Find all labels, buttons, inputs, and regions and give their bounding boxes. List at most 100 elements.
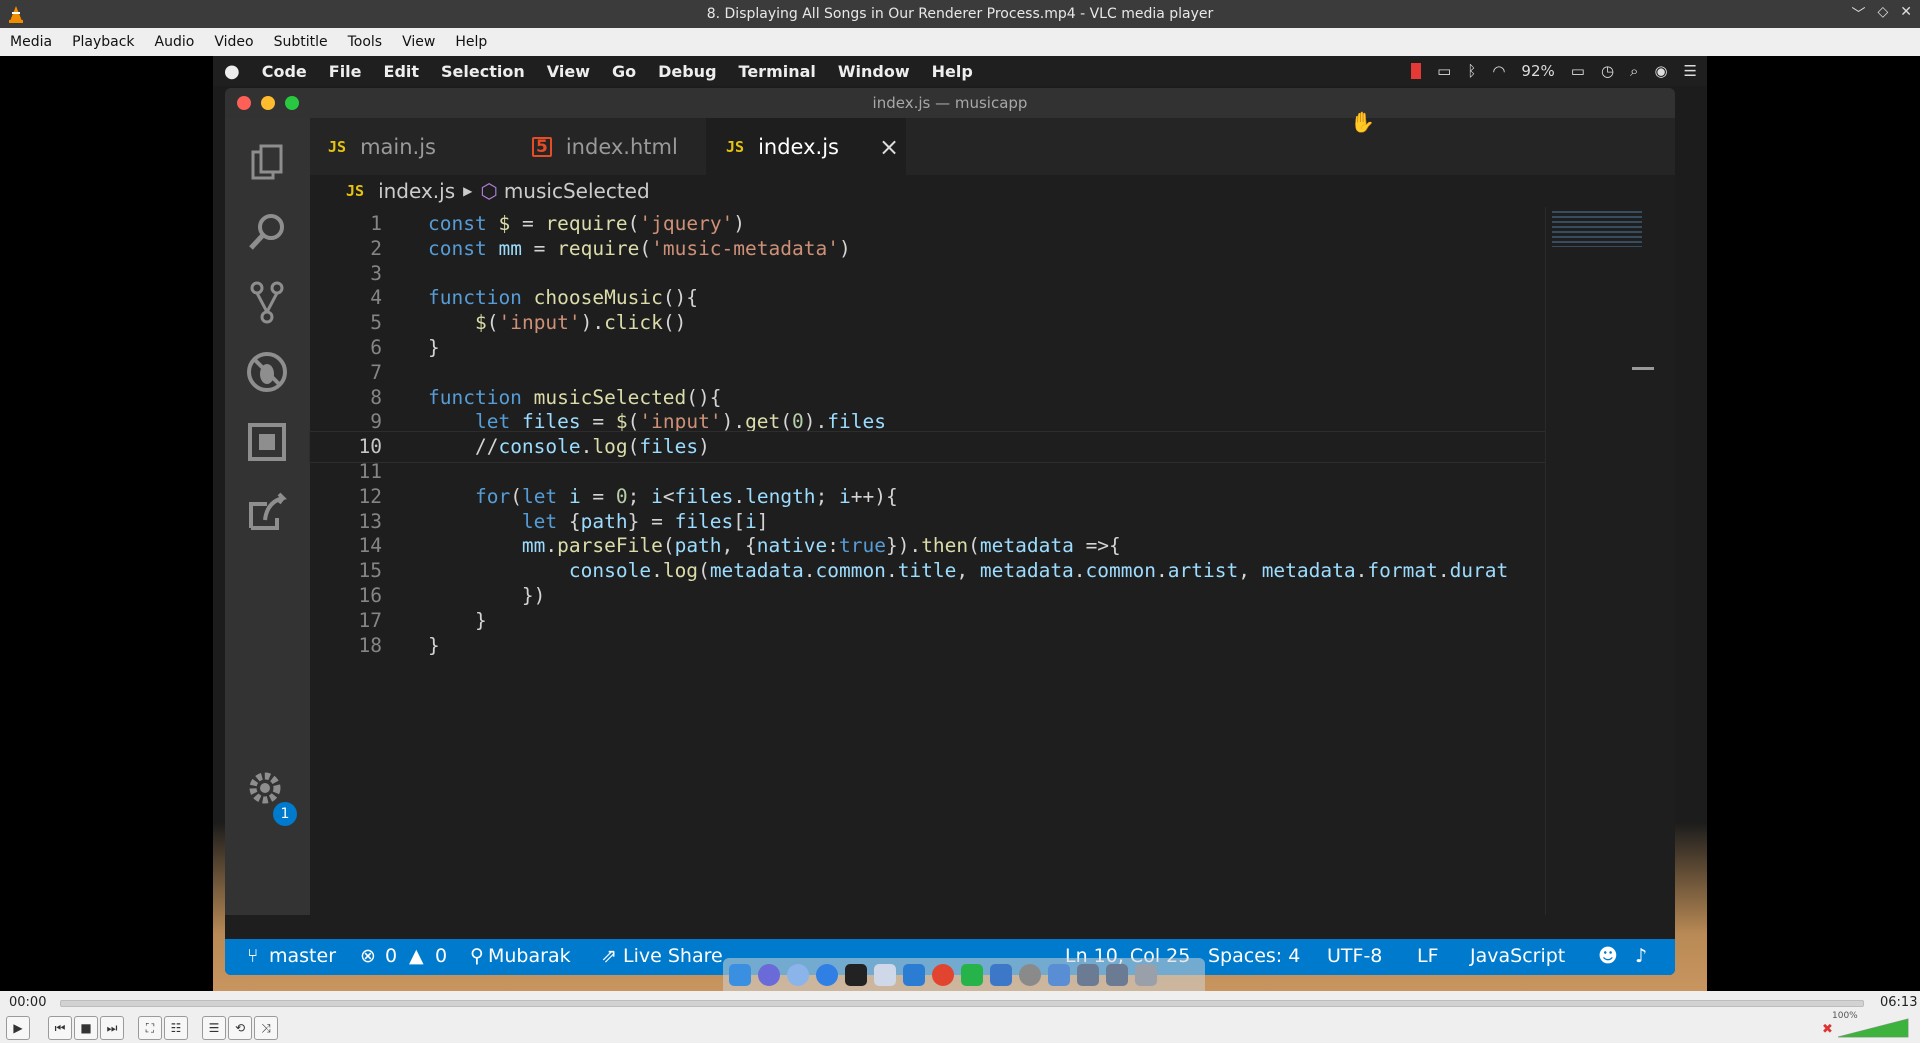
- mac-menu-terminal: Terminal: [738, 61, 816, 81]
- apple-icon: ●: [224, 60, 240, 82]
- live-share-label[interactable]: Live Share: [623, 945, 723, 967]
- chrome-icon: [932, 964, 954, 986]
- preview-icon: [874, 964, 896, 986]
- encoding[interactable]: UTF-8: [1327, 945, 1382, 967]
- menu-audio[interactable]: Audio: [145, 34, 205, 50]
- error-count[interactable]: 0: [385, 945, 397, 967]
- breadcrumb: JS index.js ▶ ⬡ musicSelected: [310, 175, 1675, 207]
- mac-menu-bar: ● Code File Edit Selection View Go Debug…: [213, 56, 1707, 86]
- compass-icon: [816, 964, 838, 986]
- app-check-icon: [990, 964, 1012, 986]
- indentation[interactable]: Spaces: 4: [1208, 945, 1300, 967]
- fullscreen-button[interactable]: ⛶: [138, 1016, 162, 1040]
- mac-menu-selection: Selection: [441, 61, 525, 81]
- mac-menu-file: File: [328, 61, 362, 81]
- minimize-icon[interactable]: ﹀: [1851, 4, 1865, 24]
- battery-icon: ▭: [1570, 62, 1585, 80]
- branch-name[interactable]: master: [269, 945, 336, 967]
- code-line[interactable]: 18}: [310, 631, 1590, 661]
- maximize-icon[interactable]: ◇: [1877, 4, 1888, 24]
- js-file-icon: JS: [726, 137, 745, 156]
- menu-playback[interactable]: Playback: [62, 34, 144, 50]
- mac-menu-window: Window: [837, 61, 910, 81]
- editor-tabs: JS main.js 5 index.html JS index.js × ⇆ …: [310, 118, 1675, 175]
- playlist-button[interactable]: ☰: [202, 1016, 226, 1040]
- minimap[interactable]: [1545, 207, 1658, 915]
- shuffle-button[interactable]: ⤨: [254, 1016, 278, 1040]
- notifications-bell-icon[interactable]: ♪: [1635, 945, 1647, 967]
- mac-dock: [723, 958, 1205, 992]
- tab-label: index.html: [565, 134, 678, 159]
- code-editor[interactable]: 1 const $ = require('jquery') 2 const mm = …: [309, 207, 1591, 915]
- feedback-smiley-icon[interactable]: ☻: [1598, 945, 1618, 967]
- previous-button[interactable]: ⏮: [48, 1016, 72, 1040]
- vlc-window-title: 8. Displaying All Songs in Our Renderer …: [706, 6, 1214, 22]
- breadcrumb-file[interactable]: index.js: [378, 179, 455, 203]
- battery-percent: 92%: [1521, 62, 1555, 80]
- symbol-method-icon: ⬡: [480, 179, 498, 203]
- mac-menu-go: Go: [611, 61, 637, 81]
- mac-menu-help: Help: [931, 61, 973, 81]
- line-number: 18: [358, 633, 382, 657]
- close-icon[interactable]: ✕: [1900, 4, 1912, 24]
- warning-count[interactable]: 0: [435, 945, 447, 967]
- vscode-dock-icon: [903, 964, 925, 986]
- notification-center-icon: ☰: [1683, 62, 1697, 80]
- menu-media[interactable]: Media: [0, 34, 62, 50]
- activity-bar: 1: [225, 118, 310, 915]
- bluetooth-icon: ᛒ: [1467, 62, 1477, 80]
- seek-bar[interactable]: [60, 1000, 1864, 1007]
- window-minimize-dot: [261, 96, 275, 110]
- terminal-icon: [845, 964, 867, 986]
- mac-menu-view: View: [546, 61, 590, 81]
- vlc-title-bar: 8. Displaying All Songs in Our Renderer …: [0, 0, 1920, 28]
- user-name[interactable]: Mubarak: [488, 945, 571, 967]
- menu-video[interactable]: Video: [204, 34, 263, 50]
- tab-index-js[interactable]: JS index.js ×: [706, 118, 906, 175]
- preferences-icon: [1019, 964, 1041, 986]
- siri-icon: ◉: [1654, 62, 1668, 80]
- branch-icon: ⑂: [247, 945, 259, 967]
- menu-help[interactable]: Help: [445, 34, 497, 50]
- chevron-right-icon: ▶: [463, 184, 473, 198]
- extensions-icon: [248, 423, 286, 461]
- clock-icon: ◷: [1600, 62, 1615, 80]
- vscode-title-bar: index.js — musicapp: [225, 88, 1675, 118]
- tab-index-html[interactable]: 5 index.html: [508, 118, 706, 175]
- live-share-icon: [249, 492, 287, 530]
- wifi-icon: ◠: [1492, 62, 1506, 80]
- screenshot-icon: [1048, 964, 1070, 986]
- extended-settings-button[interactable]: ☷: [164, 1016, 188, 1040]
- mute-icon[interactable]: ✖: [1822, 1022, 1833, 1037]
- menu-subtitle[interactable]: Subtitle: [264, 34, 338, 50]
- menu-tools[interactable]: Tools: [338, 34, 393, 50]
- vscode-window: index.js — musicapp 1 JS main.js 5 index…: [225, 88, 1675, 975]
- js-file-icon: JS: [328, 137, 347, 156]
- loop-button[interactable]: ⟲: [228, 1016, 252, 1040]
- debug-icon: [247, 352, 287, 392]
- next-button[interactable]: ⏭: [100, 1016, 124, 1040]
- folder-icon: [1077, 964, 1099, 986]
- mac-menu-edit: Edit: [383, 61, 420, 81]
- html-file-icon: 5: [532, 136, 552, 157]
- user-icon: ⚲: [470, 945, 484, 967]
- language-mode[interactable]: JavaScript: [1470, 945, 1565, 967]
- vscode-window-title: index.js — musicapp: [872, 94, 1028, 112]
- video-area[interactable]: ● Code File Edit Selection View Go Debug…: [0, 56, 1920, 992]
- record-icon: [1411, 63, 1422, 79]
- play-button[interactable]: ▶: [6, 1016, 30, 1040]
- code-text: }: [428, 633, 440, 657]
- warning-icon: ▲: [409, 945, 424, 967]
- tab-close-icon[interactable]: ×: [879, 133, 899, 161]
- tab-main-js[interactable]: JS main.js: [310, 118, 508, 175]
- line-ending[interactable]: LF: [1417, 945, 1439, 967]
- stop-button[interactable]: ■: [74, 1016, 98, 1040]
- volume-slider[interactable]: 100%: [1832, 1011, 1910, 1039]
- menu-view[interactable]: View: [392, 34, 445, 50]
- launchpad-icon: [758, 964, 780, 986]
- spotlight-search-icon: ⌕: [1630, 62, 1639, 80]
- hand-cursor-icon: ✋: [1350, 110, 1375, 134]
- breadcrumb-symbol[interactable]: musicSelected: [504, 179, 650, 203]
- scrollbar-thumb[interactable]: [1632, 367, 1654, 370]
- window-zoom-dot: [285, 96, 299, 110]
